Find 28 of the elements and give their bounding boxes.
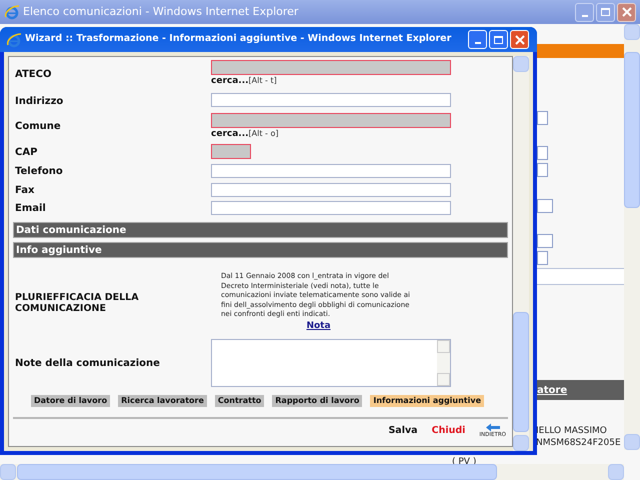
shortcut-hint: [Alt - t] [248,75,277,87]
column-link[interactable]: atore [537,382,568,398]
field-label: CAP [15,146,38,160]
field-label: Telefono [15,165,63,179]
window-title: Elenco comunicazioni - Windows Internet Explorer [23,4,300,20]
window-title: Wizard :: Trasformazione - Informazioni aggiuntive - Windows Internet Explorer [25,32,452,46]
step-tab[interactable]: Ricerca lavoratore [118,395,207,407]
field-label: Indirizzo [15,94,64,108]
nota-link[interactable]: Nota [306,320,331,333]
field-label: ATECO [15,68,52,82]
search-link[interactable]: cerca... [211,128,249,140]
step-tab[interactable]: Informazioni aggiuntive [370,395,484,407]
step-tab[interactable]: Contratto [214,395,264,407]
close-link[interactable]: Chiudi [432,424,466,438]
shortcut-hint: [Alt - o] [248,128,278,140]
table-cell-text: NMSM68S24F205E [536,437,621,450]
table-cell-text: IELLO MASSIMO [536,425,607,438]
section-title: Dati comunicazione [16,224,126,238]
step-tab[interactable]: Rapporto di lavoro [272,395,362,407]
field-label: Comune [15,120,61,134]
search-link[interactable]: cerca... [211,75,249,87]
save-button[interactable]: Salva [388,424,418,438]
field-label: Fax [15,184,34,198]
field-label: Note della comunicazione [15,356,160,370]
field-label: Email [15,202,46,216]
field-label: PLURIEFFICACIA DELLA COMUNICAZIONE [15,292,140,314]
section-title: Info aggiuntive [16,244,102,258]
step-tab[interactable]: Datore di lavoro [31,395,110,407]
